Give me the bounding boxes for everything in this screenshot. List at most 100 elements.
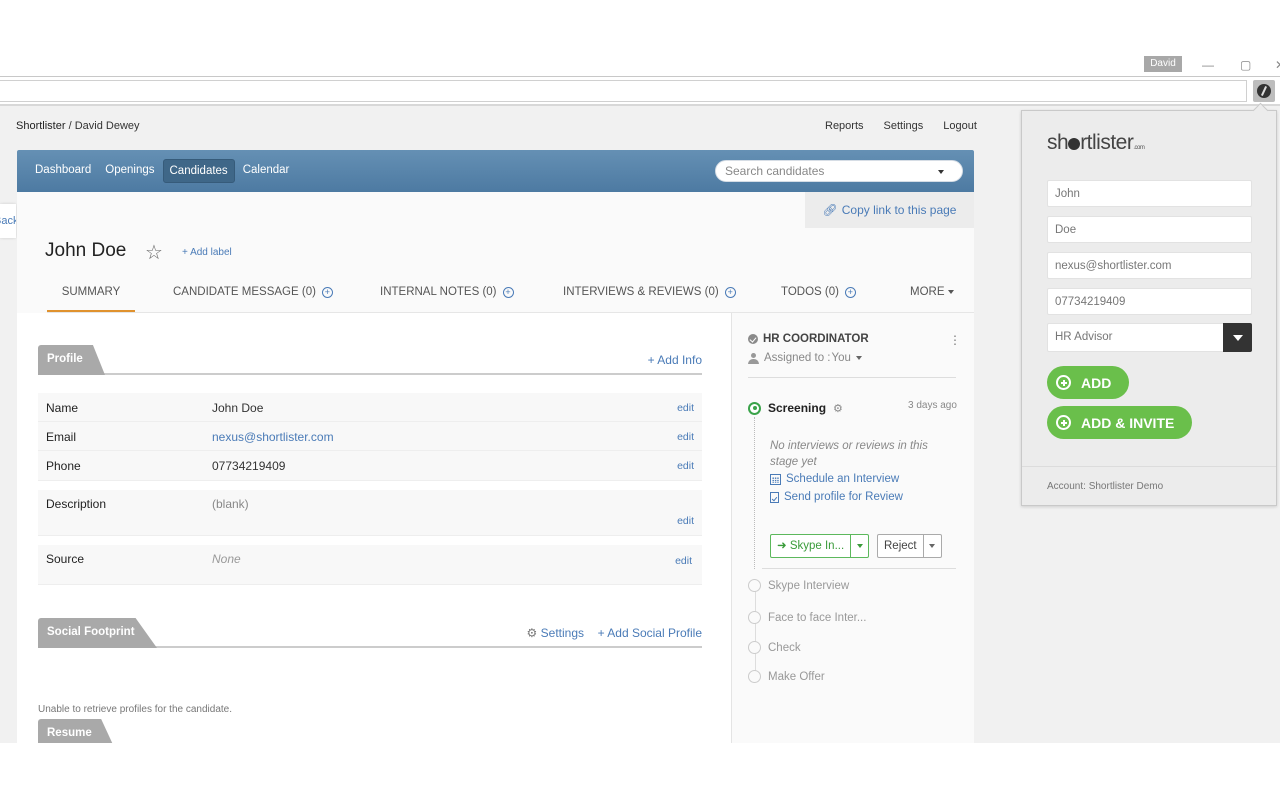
schedule-interview-link[interactable]: Schedule an Interview — [770, 473, 899, 485]
move-stage-split-button: ➜ Skype In... — [770, 534, 870, 558]
add-and-invite-button[interactable]: ADD & INVITE — [1047, 406, 1193, 439]
social-section-header: Social Footprint ⚙ Settings + Add Social… — [38, 618, 702, 648]
tab-candidate-message[interactable]: CANDIDATE MESSAGE (0) + — [173, 276, 333, 312]
reject-button[interactable]: Reject — [878, 535, 924, 557]
profile-row-source: Source None edit — [38, 545, 702, 585]
add-circle-icon[interactable]: + — [321, 287, 333, 298]
reject-dropdown[interactable] — [924, 535, 941, 557]
resume-section-title: Resume — [38, 719, 115, 743]
move-stage-dropdown[interactable] — [851, 535, 868, 557]
add-button[interactable]: ADD — [1047, 366, 1130, 399]
edit-email-link[interactable]: edit — [677, 431, 694, 443]
nav-candidates[interactable]: Candidates — [162, 159, 235, 183]
edit-phone-link[interactable]: edit — [677, 460, 694, 472]
first-name-input[interactable] — [1048, 181, 1251, 206]
add-info-link[interactable]: + Add Info — [648, 353, 702, 367]
add-label-link[interactable]: + Add label — [182, 247, 232, 258]
email-input[interactable] — [1048, 253, 1251, 278]
stage-name: Make Offer — [768, 670, 825, 683]
candidate-tabs: SUMMARY CANDIDATE MESSAGE (0) + INTERNAL … — [47, 276, 974, 313]
reports-link[interactable]: Reports — [825, 120, 864, 132]
logout-link[interactable]: Logout — [943, 120, 977, 132]
top-links: Reports Settings Logout — [825, 120, 977, 132]
edit-name-link[interactable]: edit — [677, 402, 694, 414]
add-circle-icon[interactable]: + — [844, 287, 856, 298]
profile-row-description: Description (blank) edit — [38, 490, 702, 536]
move-to-next-stage-button[interactable]: ➜ Skype In... — [771, 535, 852, 557]
copy-link-button[interactable]: 🔗︎ Copy link to this page — [805, 192, 974, 228]
tab-summary[interactable]: SUMMARY — [47, 276, 135, 312]
schedule-interview-label: Schedule an Interview — [786, 473, 900, 485]
close-icon[interactable]: ✕ — [1275, 58, 1280, 72]
last-name-input[interactable] — [1048, 217, 1251, 242]
current-stage: Screening ⚙ — [748, 401, 843, 415]
edit-description-link[interactable]: edit — [677, 515, 694, 527]
profile-section-header: Profile + Add Info — [38, 345, 702, 375]
minimize-icon[interactable]: — — [1202, 58, 1214, 72]
chevron-down-icon[interactable] — [938, 170, 944, 174]
add-circle-icon[interactable]: + — [502, 287, 514, 298]
stage-item[interactable]: Make Offer — [748, 670, 825, 683]
gear-icon: ⚙ — [526, 626, 538, 640]
assigned-to-dropdown[interactable]: Assigned to : You — [748, 352, 862, 364]
pipeline-sidebar: HR COORDINATOR ⋮ Assigned to : You Scree… — [731, 313, 974, 743]
breadcrumb-org[interactable]: Shortlister — [16, 120, 66, 132]
field-value: John Doe — [212, 401, 264, 415]
shortlister-extension-button[interactable] — [1253, 80, 1275, 102]
gear-icon[interactable]: ⚙ — [833, 402, 843, 415]
restore-icon[interactable]: ▢ — [1240, 58, 1251, 72]
settings-link[interactable]: Settings — [884, 120, 924, 132]
stage-name: Skype Interview — [768, 579, 850, 592]
nav-dashboard[interactable]: Dashboard — [29, 159, 97, 183]
send-for-review-link[interactable]: Send profile for Review — [770, 491, 903, 503]
edit-source-link[interactable]: edit — [675, 555, 692, 567]
field-value: None — [212, 552, 241, 566]
stage-circle-icon — [748, 611, 761, 624]
stage-timestamp: 3 days ago — [908, 400, 957, 411]
logo-text: sh — [1047, 131, 1069, 154]
search-input[interactable] — [725, 164, 925, 178]
more-options-icon[interactable]: ⋮ — [949, 333, 961, 347]
dropdown-toggle[interactable] — [1223, 323, 1252, 352]
back-button[interactable]: Back — [0, 204, 16, 238]
role-select[interactable]: HR Advisor — [1047, 323, 1252, 352]
tab-label: TODOS (0) — [781, 286, 839, 298]
stage-item[interactable]: Check — [748, 641, 801, 654]
star-icon[interactable]: ☆ — [145, 240, 163, 265]
profile-row-name: Name John Doe edit — [38, 393, 702, 422]
tab-internal-notes[interactable]: INTERNAL NOTES (0) + — [380, 276, 514, 312]
link-icon: 🔗︎ — [822, 203, 838, 217]
nav-calendar[interactable]: Calendar — [237, 159, 296, 183]
check-circle-icon — [748, 334, 758, 344]
candidate-card: Dashboard Openings Candidates Calendar 🔗… — [17, 150, 974, 743]
calendar-icon — [770, 473, 781, 485]
tab-label: CANDIDATE MESSAGE (0) — [173, 286, 316, 298]
opening-name[interactable]: HR COORDINATOR — [763, 333, 869, 345]
tab-more[interactable]: MORE — [910, 276, 954, 312]
field-label: Name — [46, 401, 79, 415]
phone-input[interactable] — [1048, 289, 1251, 314]
address-bar[interactable] — [0, 80, 1247, 102]
email-link[interactable]: nexus@shortlister.com — [212, 430, 334, 444]
add-social-profile-link[interactable]: + Add Social Profile — [598, 626, 702, 640]
resume-section-header: Resume — [38, 719, 702, 743]
tab-interviews-reviews[interactable]: INTERVIEWS & REVIEWS (0) + — [563, 276, 736, 312]
last-name-field — [1047, 216, 1252, 243]
chevron-down-icon — [929, 544, 936, 548]
profile-row-phone: Phone 07734219409 edit — [38, 451, 702, 481]
profile-badge[interactable]: David — [1144, 56, 1182, 72]
social-settings-link[interactable]: ⚙ Settings — [527, 626, 584, 640]
field-label: Source — [46, 552, 85, 566]
tab-todos[interactable]: TODOS (0) + — [781, 276, 856, 312]
user-icon — [748, 352, 759, 364]
stage-item[interactable]: Face to face Inter... — [748, 611, 866, 624]
copy-link-label: Copy link to this page — [841, 203, 957, 217]
document-check-icon — [770, 491, 779, 503]
first-name-field — [1047, 180, 1252, 207]
divider — [748, 377, 956, 378]
tab-label: SUMMARY — [61, 286, 121, 298]
add-circle-icon[interactable]: + — [724, 287, 736, 298]
nav-openings[interactable]: Openings — [99, 159, 160, 183]
add-invite-button-label: ADD & INVITE — [1081, 414, 1175, 431]
stage-item[interactable]: Skype Interview — [748, 579, 849, 592]
